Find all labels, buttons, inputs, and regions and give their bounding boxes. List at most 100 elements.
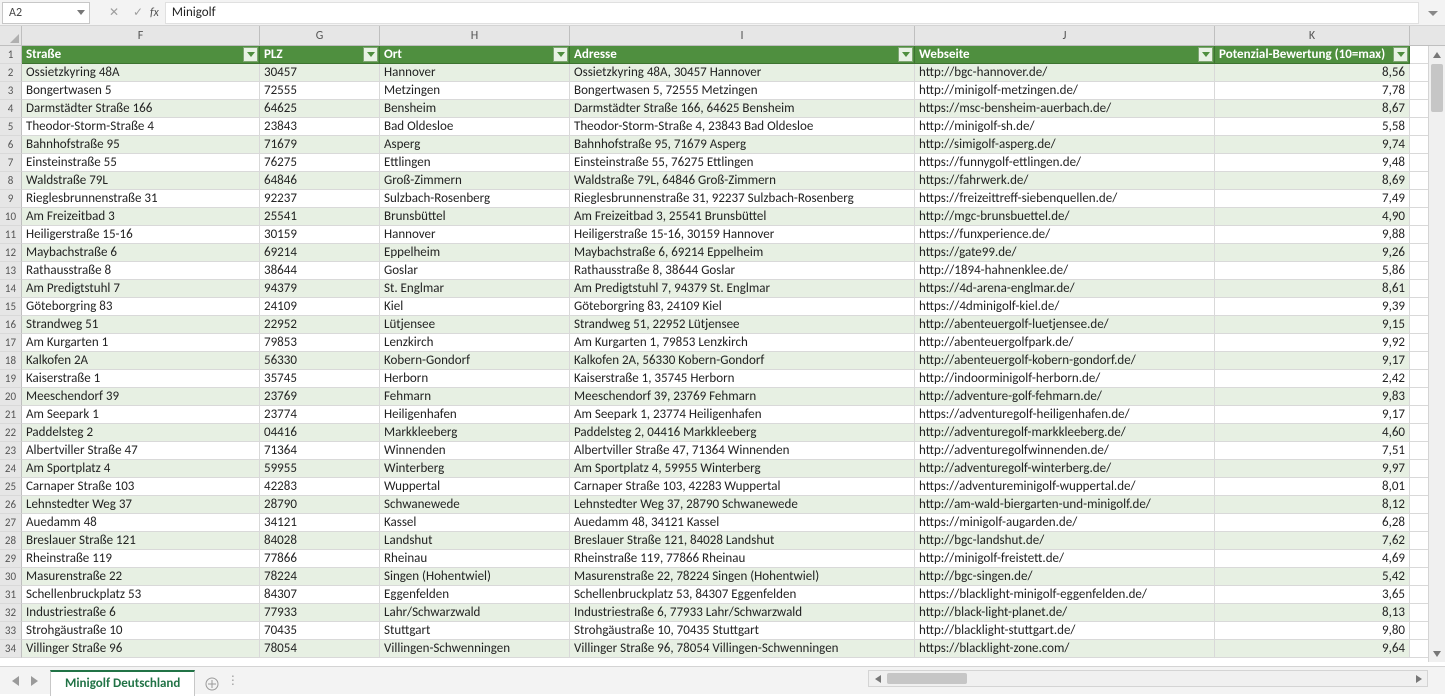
column-header-J[interactable]: J [915,26,1215,45]
cell[interactable]: Kobern-Gondorf [380,352,570,370]
cell[interactable]: 9,48 [1215,154,1410,172]
cell[interactable]: Ossietzkyring 48A, 30457 Hannover [570,64,915,82]
cell[interactable]: Einsteinstraße 55, 76275 Ettlingen [570,154,915,172]
cell[interactable]: 23774 [260,406,380,424]
cell[interactable]: http://minigolf-metzingen.de/ [915,82,1215,100]
cell[interactable]: 9,92 [1215,334,1410,352]
cell[interactable]: 7,49 [1215,190,1410,208]
cell[interactable]: 30457 [260,64,380,82]
cell[interactable]: Waldstraße 79L, 64846 Groß-Zimmern [570,172,915,190]
cell[interactable]: Winnenden [380,442,570,460]
cell[interactable]: Am Freizeitbad 3, 25541 Brunsbüttel [570,208,915,226]
row-header[interactable]: 9 [0,190,22,208]
header-strasse[interactable]: Straße [22,46,260,64]
add-sheet-icon[interactable] [199,673,225,695]
row-header[interactable]: 4 [0,100,22,118]
cell[interactable]: 2,42 [1215,370,1410,388]
cell[interactable]: Rathausstraße 8 [22,262,260,280]
tab-split-handle[interactable]: ⋮ [225,673,241,688]
cell[interactable]: Am Kurgarten 1 [22,334,260,352]
cell[interactable]: 35745 [260,370,380,388]
cell[interactable]: 70435 [260,622,380,640]
row-header[interactable]: 2 [0,64,22,82]
header-bewertung[interactable]: Potenzial-Bewertung (10=max) [1215,46,1410,64]
cell[interactable]: Bensheim [380,100,570,118]
cell[interactable]: http://abenteuergolfpark.de/ [915,334,1215,352]
cell[interactable]: Göteborgring 83, 24109 Kiel [570,298,915,316]
cell[interactable]: Rieglesbrunnenstraße 31, 92237 Sulzbach-… [570,190,915,208]
cell[interactable]: 9,17 [1215,352,1410,370]
cell[interactable]: 9,97 [1215,460,1410,478]
cell[interactable]: Strohgäustraße 10 [22,622,260,640]
row-header[interactable]: 18 [0,352,22,370]
header-plz[interactable]: PLZ [260,46,380,64]
cell[interactable]: 9,64 [1215,640,1410,658]
cell[interactable]: Meeschendorf 39, 23769 Fehmarn [570,388,915,406]
cell[interactable]: Bongertwasen 5 [22,82,260,100]
cell[interactable]: 9,17 [1215,406,1410,424]
cell[interactable]: 22952 [260,316,380,334]
cell[interactable]: http://bgc-hannover.de/ [915,64,1215,82]
cell[interactable]: 3,65 [1215,586,1410,604]
cell[interactable]: Goslar [380,262,570,280]
cell[interactable]: https://gate99.de/ [915,244,1215,262]
cell[interactable]: http://minigolf-sh.de/ [915,118,1215,136]
cell[interactable]: 9,88 [1215,226,1410,244]
cell[interactable]: https://freizeittreff-siebenquellen.de/ [915,190,1215,208]
scroll-thumb[interactable] [1431,64,1443,112]
cell[interactable]: Heiligenhafen [380,406,570,424]
row-header[interactable]: 22 [0,424,22,442]
cell[interactable]: Landshut [380,532,570,550]
cell[interactable]: Bahnhofstraße 95, 71679 Asperg [570,136,915,154]
cell[interactable]: Singen (Hohentwiel) [380,568,570,586]
cell[interactable]: Strandweg 51, 22952 Lütjensee [570,316,915,334]
column-header-F[interactable]: F [22,26,260,45]
cell[interactable]: Kaiserstraße 1 [22,370,260,388]
cell[interactable]: 8,61 [1215,280,1410,298]
cell[interactable]: Schellenbruckplatz 53, 84307 Eggenfelden [570,586,915,604]
select-all-corner[interactable] [0,26,22,45]
row-header[interactable]: 1 [0,46,22,64]
cell[interactable]: 5,58 [1215,118,1410,136]
row-header[interactable]: 20 [0,388,22,406]
cell[interactable]: Kassel [380,514,570,532]
cell[interactable]: 72555 [260,82,380,100]
cell[interactable]: Carnaper Straße 103 [22,478,260,496]
cell[interactable]: Metzingen [380,82,570,100]
row-header[interactable]: 16 [0,316,22,334]
cell[interactable]: St. Englmar [380,280,570,298]
cell[interactable]: https://blacklight-minigolf-eggenfelden.… [915,586,1215,604]
cell[interactable]: Masurenstraße 22 [22,568,260,586]
cell[interactable]: Industriestraße 6, 77933 Lahr/Schwarzwal… [570,604,915,622]
cell[interactable]: 9,26 [1215,244,1410,262]
cell[interactable]: Waldstraße 79L [22,172,260,190]
cell[interactable]: http://minigolf-freistett.de/ [915,550,1215,568]
cell[interactable]: Strandweg 51 [22,316,260,334]
cell[interactable]: 7,62 [1215,532,1410,550]
cell[interactable]: Schwanewede [380,496,570,514]
filter-icon[interactable] [363,47,378,62]
cell[interactable]: 92237 [260,190,380,208]
cell[interactable]: 38644 [260,262,380,280]
cell[interactable]: 23843 [260,118,380,136]
cell[interactable]: Bad Oldesloe [380,118,570,136]
cell[interactable]: Kaiserstraße 1, 35745 Herborn [570,370,915,388]
row-header[interactable]: 32 [0,604,22,622]
row-header[interactable]: 34 [0,640,22,658]
cell[interactable]: Rheinstraße 119, 77866 Rheinau [570,550,915,568]
cell[interactable]: Breslauer Straße 121, 84028 Landshut [570,532,915,550]
cell[interactable]: http://adventuregolf-markkleeberg.de/ [915,424,1215,442]
cell[interactable]: 69214 [260,244,380,262]
cell[interactable]: Breslauer Straße 121 [22,532,260,550]
cell[interactable]: Eggenfelden [380,586,570,604]
filter-icon[interactable] [243,47,258,62]
cell[interactable]: Rheinstraße 119 [22,550,260,568]
cell[interactable]: 6,28 [1215,514,1410,532]
tab-next-icon[interactable] [26,672,44,690]
row-header[interactable]: 28 [0,532,22,550]
cell[interactable]: Hannover [380,64,570,82]
cell[interactable]: Rheinau [380,550,570,568]
horizontal-scrollbar[interactable] [868,670,1428,687]
cell[interactable]: Kalkofen 2A, 56330 Kobern-Gondorf [570,352,915,370]
cell[interactable]: Meeschendorf 39 [22,388,260,406]
